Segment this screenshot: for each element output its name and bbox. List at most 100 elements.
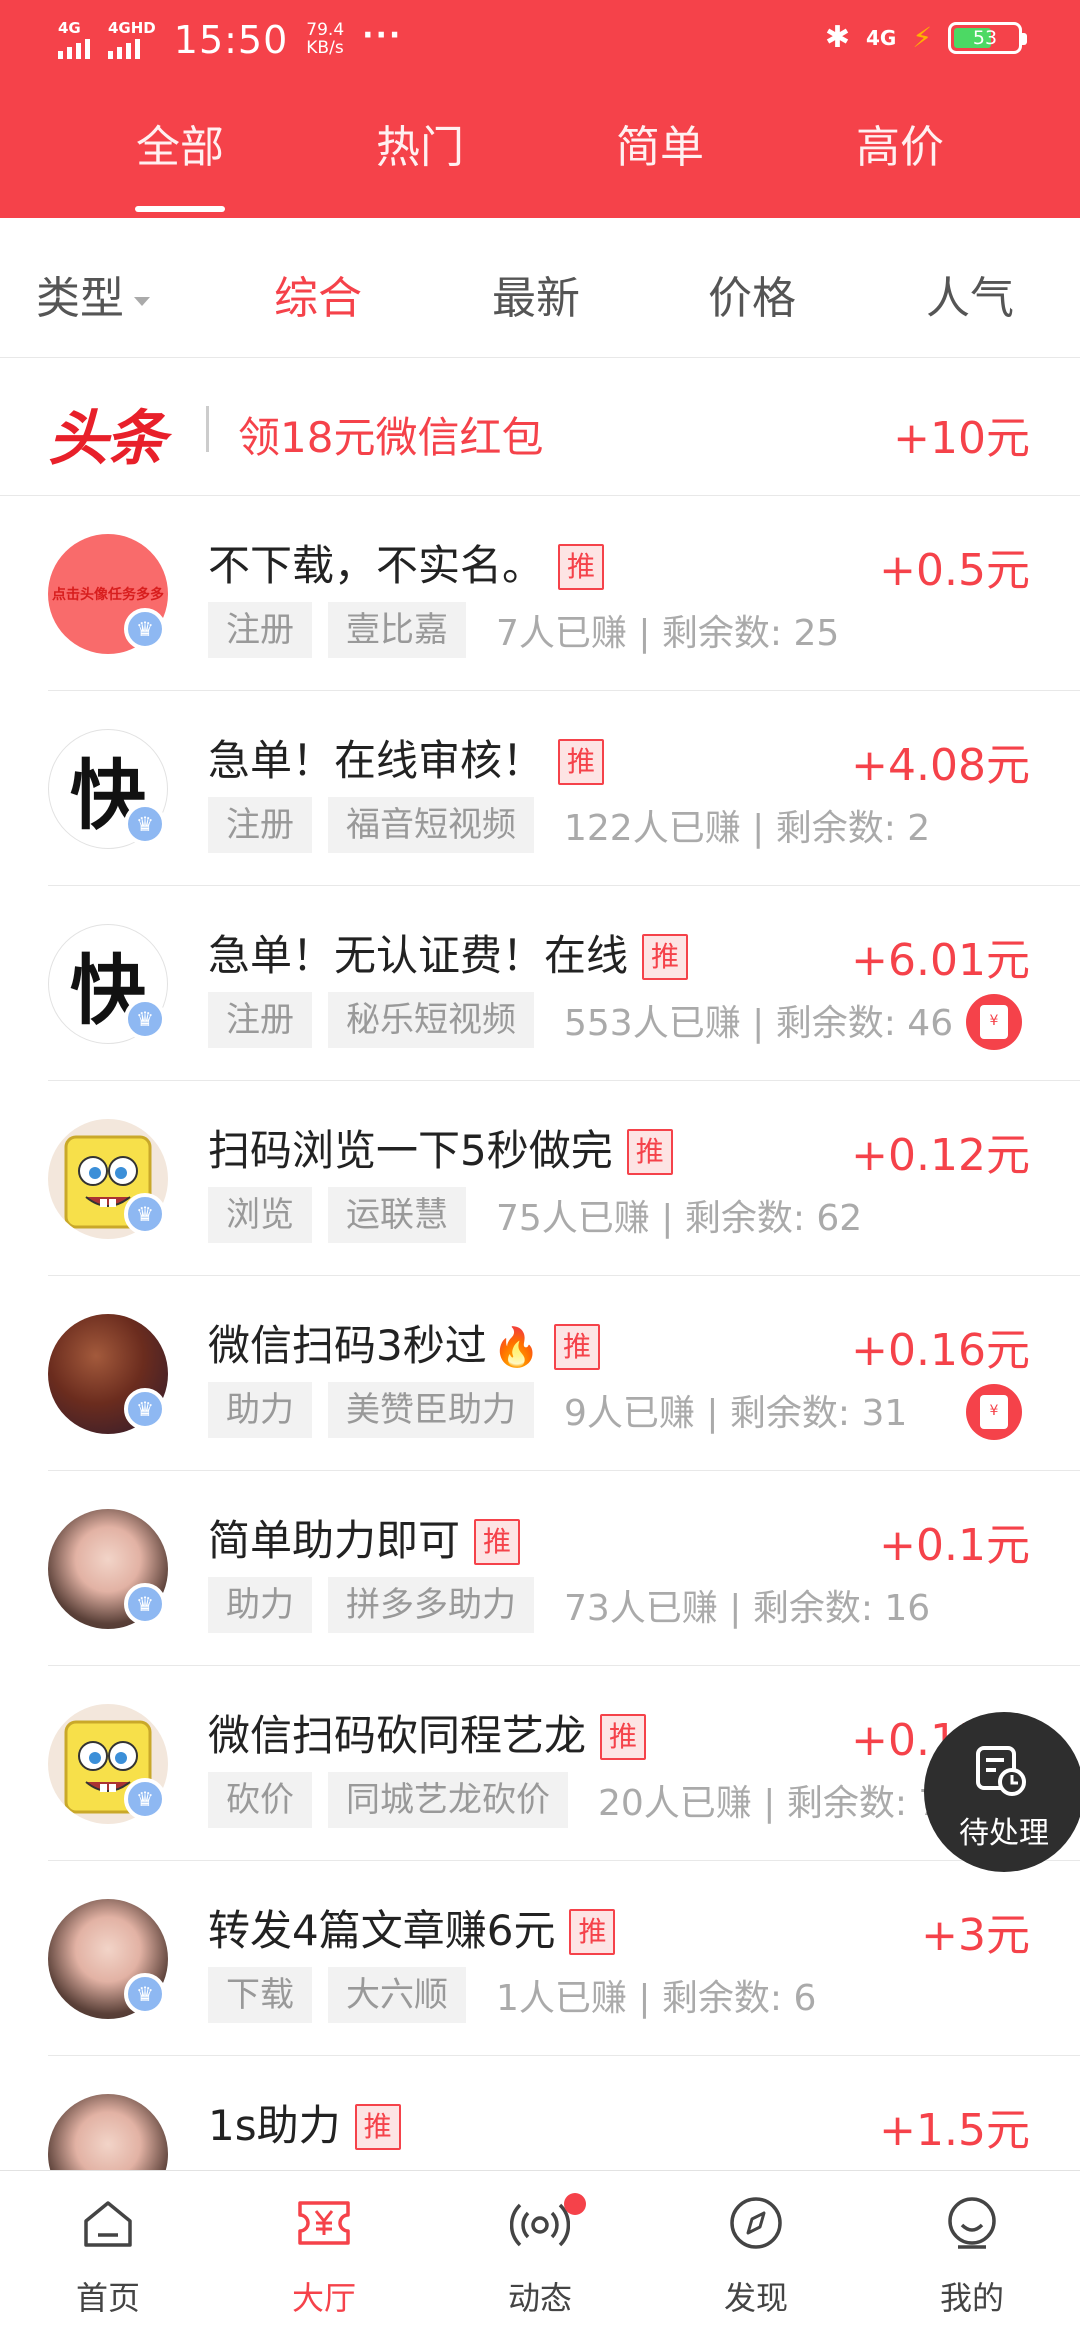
recommend-badge: 推	[600, 1714, 647, 1760]
nav-hall[interactable]: 大厅	[216, 2171, 432, 2340]
pending-tasks-button[interactable]: 待处理	[924, 1712, 1080, 1872]
signal-1-icon: 4G	[58, 21, 90, 59]
signal-1-label: 4G	[58, 19, 81, 37]
nav-activity[interactable]: 动态	[432, 2171, 648, 2340]
verified-crown-icon: ♛	[124, 1388, 166, 1430]
task-reward: +0.5元	[879, 545, 1030, 596]
task-stats: 1人已赚 | 剩余数: 6	[496, 1978, 817, 2019]
charging-icon: ⚡	[912, 21, 932, 54]
task-category-tag: 助力	[208, 1577, 312, 1633]
broadcast-icon	[510, 2203, 570, 2247]
task-tags: 注册 福音短视频 122人已赚 | 剩余数: 2	[208, 797, 930, 853]
battery-icon: 53	[948, 21, 1027, 54]
task-category-tag: 注册	[208, 992, 312, 1048]
status-bar: 4G 4GHD 15:50 79.4 KB/s ··· ✱ 4G ⚡ 53	[0, 0, 1080, 84]
verified-crown-icon: ♛	[124, 1193, 166, 1235]
nav-profile-label: 我的	[939, 2279, 1004, 2317]
task-merchant-tag: 同城艺龙砍价	[328, 1772, 568, 1828]
recommend-badge: 推	[569, 1909, 616, 1955]
task-stats: 20人已赚 | 剩余数: 7	[598, 1783, 942, 1824]
type-filter-label: 类型	[36, 273, 124, 324]
compass-icon	[730, 2197, 782, 2249]
task-title-text: 1s助力	[208, 2101, 341, 2150]
tab-hot[interactable]: 热门	[300, 100, 540, 218]
task-stats: 7人已赚 | 剩余数: 25	[496, 613, 840, 654]
nav-profile[interactable]: 我的	[864, 2171, 1080, 2340]
task-category-tag: 注册	[208, 602, 312, 658]
red-packet-icon[interactable]	[966, 1384, 1022, 1440]
task-stats: 553人已赚 | 剩余数: 46	[564, 1003, 954, 1044]
ticket-yuan-icon	[298, 2201, 350, 2245]
task-item[interactable]: 快 ♛ 急单！无认证费！在线推 +6.01元 注册 秘乐短视频 553人已赚 |…	[0, 886, 1080, 1081]
nav-home[interactable]: 首页	[0, 2171, 216, 2340]
verified-crown-icon: ♛	[124, 1973, 166, 2015]
banner-divider	[206, 406, 209, 452]
task-item[interactable]: ♛ 转发4篇文章赚6元推 +3元 下载 大六顺 1人已赚 | 剩余数: 6	[0, 1861, 1080, 2056]
task-title: 简单助力即可推	[208, 1507, 521, 1568]
app-header: 4G 4GHD 15:50 79.4 KB/s ··· ✱ 4G ⚡ 53 全部…	[0, 0, 1080, 218]
tab-high-price[interactable]: 高价	[780, 100, 1020, 218]
verified-crown-icon: ♛	[124, 803, 166, 845]
sort-popularity[interactable]: 人气	[926, 262, 1014, 326]
task-reward: +0.1元	[879, 1520, 1030, 1571]
task-reward: +4.08元	[851, 740, 1030, 791]
headline-logo: 头条	[48, 404, 166, 474]
verified-crown-icon: ♛	[124, 1778, 166, 1820]
task-category-tag: 注册	[208, 797, 312, 853]
task-merchant-tag: 大六顺	[328, 1967, 466, 2023]
task-item[interactable]: ♛ 微信扫码3秒过 🔥 推 +0.16元 助力 美赞臣助力 9人已赚 | 剩余数: …	[0, 1276, 1080, 1471]
task-category-tag: 助力	[208, 1382, 312, 1438]
task-tags: 注册 壹比嘉 7人已赚 | 剩余数: 25	[208, 602, 839, 658]
more-notifications-icon: ···	[362, 17, 403, 53]
recommend-badge: 推	[558, 739, 605, 785]
task-title-text: 转发4篇文章赚6元	[208, 1906, 556, 1955]
task-tags: 下载 大六顺 1人已赚 | 剩余数: 6	[208, 1967, 816, 2023]
headline-banner[interactable]: 头条 领18元微信红包 +10元	[0, 358, 1080, 496]
task-stats: 9人已赚 | 剩余数: 31	[564, 1393, 908, 1434]
tab-simple[interactable]: 简单	[540, 100, 780, 218]
sort-price[interactable]: 价格	[708, 262, 796, 326]
bluetooth-icon: ✱	[824, 20, 850, 55]
nav-activity-label: 动态	[507, 2279, 572, 2317]
task-merchant-tag: 秘乐短视频	[328, 992, 534, 1048]
task-item[interactable]: 点击头像任务多多 ♛ 不下载，不实名。推 +0.5元 注册 壹比嘉 7人已赚 |…	[0, 496, 1080, 691]
sort-newest[interactable]: 最新	[492, 262, 580, 326]
nav-home-label: 首页	[75, 2279, 140, 2317]
tab-simple-label: 简单	[616, 122, 704, 173]
nav-hall-label: 大厅	[291, 2279, 356, 2317]
nav-discover[interactable]: 发现	[648, 2171, 864, 2340]
task-tags: 助力 美赞臣助力 9人已赚 | 剩余数: 31	[208, 1382, 907, 1438]
sort-comprehensive[interactable]: 综合	[274, 262, 362, 326]
pending-clock-icon	[976, 1746, 1026, 1796]
task-item[interactable]: ♛ 扫码浏览一下5秒做完推 +0.12元 浏览 运联慧 75人已赚 | 剩余数:…	[0, 1081, 1080, 1276]
task-item[interactable]: 快 ♛ 急单！在线审核！推 +4.08元 注册 福音短视频 122人已赚 | 剩…	[0, 691, 1080, 886]
task-tags: 助力 拼多多助力 73人已赚 | 剩余数: 16	[208, 1577, 930, 1633]
task-title-text: 微信扫码砍同程艺龙	[208, 1711, 587, 1760]
network-speed: 79.4 KB/s	[306, 21, 344, 58]
verified-crown-icon: ♛	[124, 608, 166, 650]
task-title-text: 急单！在线审核！	[208, 736, 545, 785]
task-reward: +0.12元	[851, 1130, 1030, 1181]
red-packet-icon[interactable]	[966, 994, 1022, 1050]
task-item[interactable]: ♛ 简单助力即可推 +0.1元 助力 拼多多助力 73人已赚 | 剩余数: 16	[0, 1471, 1080, 1666]
task-merchant-tag: 运联慧	[328, 1187, 466, 1243]
task-category-tag: 下载	[208, 1967, 312, 2023]
type-filter-dropdown[interactable]: 类型	[36, 262, 150, 326]
signal-2-label: 4GHD	[108, 19, 156, 37]
tab-hot-label: 热门	[376, 122, 464, 173]
task-title: 1s助力推	[208, 2092, 401, 2153]
task-title: 扫码浏览一下5秒做完推	[208, 1117, 673, 1178]
task-merchant-tag: 拼多多助力	[328, 1577, 534, 1633]
task-reward: +0.16元	[851, 1325, 1030, 1376]
task-item[interactable]: ♛ 微信扫码砍同程艺龙推 +0.15元 砍价 同城艺龙砍价 20人已赚 | 剩余…	[0, 1666, 1080, 1861]
nav-discover-label: 发现	[723, 2279, 788, 2317]
caret-down-icon	[134, 296, 150, 306]
banner-reward: +10元	[893, 413, 1030, 464]
tab-all-label: 全部	[136, 122, 224, 173]
tab-all[interactable]: 全部	[60, 100, 300, 218]
task-title-text: 微信扫码3秒过	[208, 1321, 487, 1370]
tab-high-price-label: 高价	[856, 122, 944, 173]
task-title-text: 急单！无认证费！在线	[208, 931, 629, 980]
task-reward: +6.01元	[851, 935, 1030, 986]
task-tags: 砍价 同城艺龙砍价 20人已赚 | 剩余数: 7	[208, 1772, 941, 1828]
